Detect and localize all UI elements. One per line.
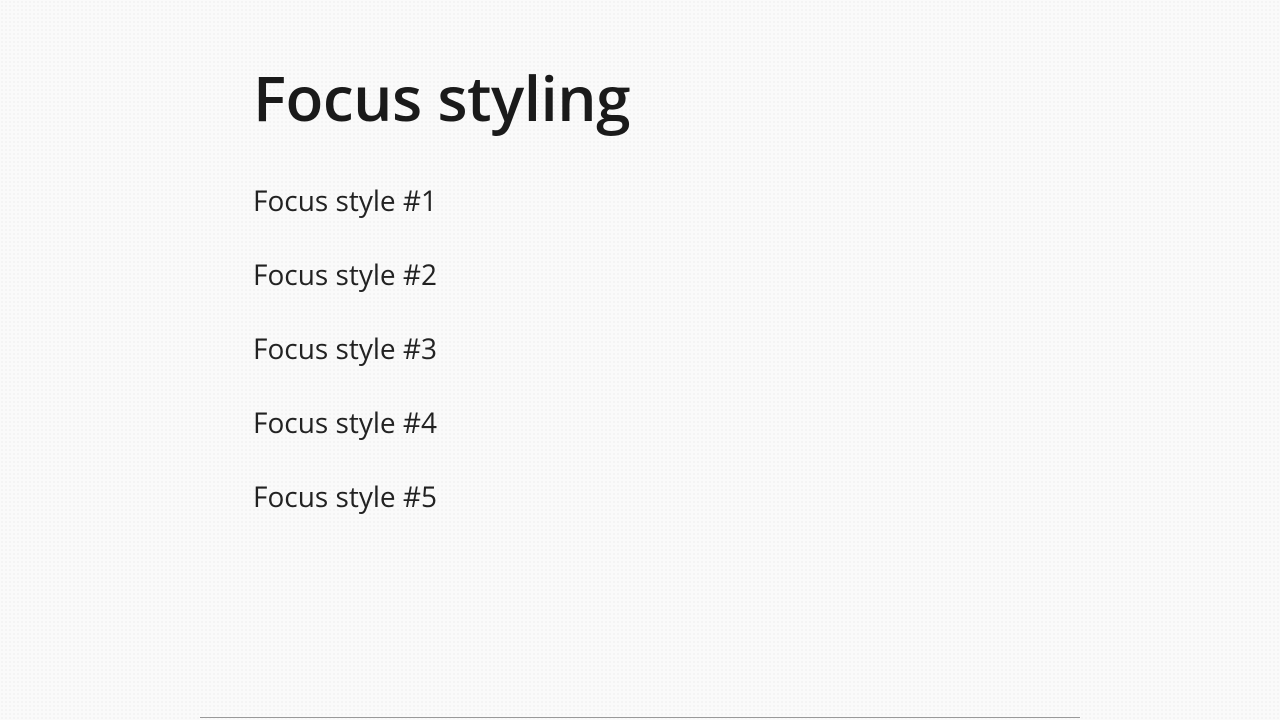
focus-style-link-5[interactable]: Focus style #5 [253,478,437,516]
footer-divider [200,717,1080,718]
focus-style-list: Focus style #1 Focus style #2 Focus styl… [253,182,1080,516]
focus-style-link-2[interactable]: Focus style #2 [253,256,437,294]
main-content: Focus styling Focus style #1 Focus style… [253,0,1080,516]
page-title: Focus styling [253,56,1080,140]
focus-style-link-4[interactable]: Focus style #4 [253,404,437,442]
focus-style-link-3[interactable]: Focus style #3 [253,330,437,368]
focus-style-link-1[interactable]: Focus style #1 [253,182,437,220]
